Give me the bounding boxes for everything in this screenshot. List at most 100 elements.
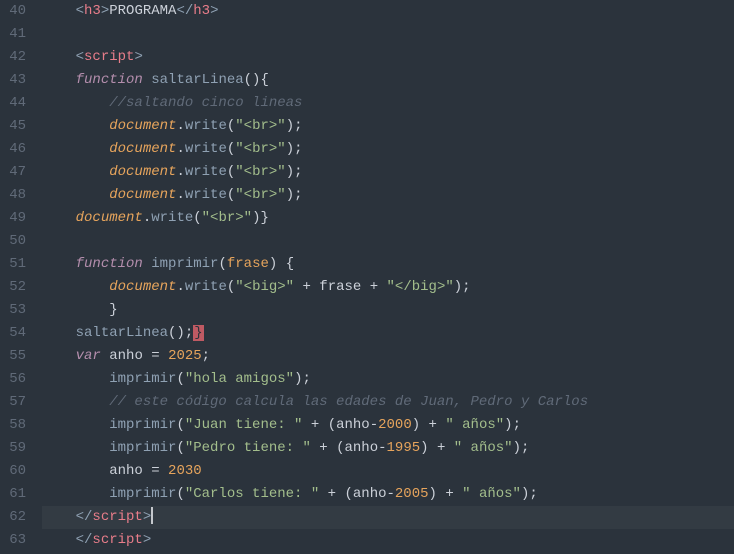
code-line[interactable]: function saltarLinea(){ (42, 69, 734, 92)
token-paren: ) (429, 486, 437, 502)
token-punc: . (176, 164, 184, 180)
code-area[interactable]: <h3>PROGRAMA</h3> <script> function salt… (36, 0, 734, 554)
token-angle: < (76, 3, 84, 19)
token-punc: . (143, 210, 151, 226)
token-op: + (328, 486, 336, 502)
token-paren: ( (227, 118, 235, 134)
token-txt (143, 463, 151, 479)
line-number-gutter: 4041424344454647484950515253545556575859… (0, 0, 36, 554)
token-meth: write (151, 210, 193, 226)
token-punc: ; (521, 440, 529, 456)
code-line[interactable]: var anho = 2025; (42, 345, 734, 368)
code-line[interactable]: } (42, 299, 734, 322)
code-line[interactable]: imprimir("hola amigos"); (42, 368, 734, 391)
token-punc: . (176, 187, 184, 203)
token-brace: { (286, 256, 294, 272)
token-obj: document (76, 210, 143, 226)
token-op: - (378, 440, 386, 456)
token-punc: . (176, 118, 184, 134)
token-num: 1995 (387, 440, 421, 456)
code-line[interactable]: // este código calcula las edades de Jua… (42, 391, 734, 414)
code-line[interactable]: document.write("<br>"); (42, 184, 734, 207)
token-ident: anho (109, 348, 143, 364)
line-number: 60 (6, 460, 26, 483)
token-fn: imprimir (109, 486, 176, 502)
token-txt (429, 440, 437, 456)
line-number: 46 (6, 138, 26, 161)
token-txt (319, 486, 327, 502)
line-number: 50 (6, 230, 26, 253)
token-punc: ; (462, 279, 470, 295)
token-meth: write (185, 164, 227, 180)
code-line[interactable]: document.write("<big>" + frase + "</big>… (42, 276, 734, 299)
token-op: = (151, 348, 159, 364)
token-paren: ( (227, 187, 235, 203)
code-line[interactable]: document.write("<br>"); (42, 161, 734, 184)
line-number: 57 (6, 391, 26, 414)
token-paren: ) (286, 164, 294, 180)
code-line[interactable]: </script> (42, 506, 734, 529)
token-fn: imprimir (109, 440, 176, 456)
token-ident: anho (345, 440, 379, 456)
token-txt (454, 486, 462, 502)
code-line[interactable]: document.write("<br>")} (42, 207, 734, 230)
token-paren: ( (176, 440, 184, 456)
token-paren: ) (454, 279, 462, 295)
line-number: 54 (6, 322, 26, 345)
token-txt (420, 417, 428, 433)
line-number: 58 (6, 414, 26, 437)
token-op: = (151, 463, 159, 479)
code-line[interactable] (42, 23, 734, 46)
token-obj: document (109, 118, 176, 134)
token-punc: ; (294, 187, 302, 203)
token-ident: anho (353, 486, 387, 502)
code-editor[interactable]: 4041424344454647484950515253545556575859… (0, 0, 734, 554)
token-paren: ( (227, 141, 235, 157)
token-tag: script (92, 532, 142, 548)
token-str: "<br>" (235, 141, 285, 157)
code-line[interactable]: <h3>PROGRAMA</h3> (42, 0, 734, 23)
code-line[interactable]: function imprimir(frase) { (42, 253, 734, 276)
code-line[interactable]: document.write("<br>"); (42, 115, 734, 138)
token-obj: document (109, 141, 176, 157)
token-txt (143, 72, 151, 88)
token-brace: } (260, 210, 268, 226)
token-txt (76, 394, 110, 410)
token-punc: . (176, 279, 184, 295)
code-line[interactable]: document.write("<br>"); (42, 138, 734, 161)
token-tag: script (84, 49, 134, 65)
code-line[interactable]: imprimir("Pedro tiene: " + (anho-1995) +… (42, 437, 734, 460)
token-paren: ( (193, 210, 201, 226)
line-number: 56 (6, 368, 26, 391)
token-txt (76, 141, 110, 157)
token-angle: > (134, 49, 142, 65)
code-line[interactable] (42, 230, 734, 253)
token-str: " años" (462, 486, 521, 502)
token-str: " años" (445, 417, 504, 433)
code-line[interactable]: imprimir("Carlos tiene: " + (anho-2005) … (42, 483, 734, 506)
code-line[interactable]: saltarLinea();} (42, 322, 734, 345)
token-txt (160, 348, 168, 364)
token-paren: ( (176, 486, 184, 502)
token-tag: h3 (193, 3, 210, 19)
code-line[interactable]: imprimir("Juan tiene: " + (anho-2000) + … (42, 414, 734, 437)
token-str: "Carlos tiene: " (185, 486, 319, 502)
token-paren: ) (286, 187, 294, 203)
code-line[interactable]: </script> (42, 529, 734, 552)
token-angle: </ (76, 532, 93, 548)
token-fn: imprimir (151, 256, 218, 272)
token-paren: ( (176, 371, 184, 387)
code-line[interactable]: <script> (42, 46, 734, 69)
token-ident: anho (336, 417, 370, 433)
line-number: 47 (6, 161, 26, 184)
token-str: "Juan tiene: " (185, 417, 303, 433)
token-op: + (302, 279, 310, 295)
code-line[interactable]: anho = 2030 (42, 460, 734, 483)
token-punc: ; (202, 348, 210, 364)
token-angle: > (101, 3, 109, 19)
line-number: 52 (6, 276, 26, 299)
token-txt (76, 302, 110, 318)
token-obj: document (109, 164, 176, 180)
code-line[interactable]: //saltando cinco lineas (42, 92, 734, 115)
token-num: 2025 (168, 348, 202, 364)
